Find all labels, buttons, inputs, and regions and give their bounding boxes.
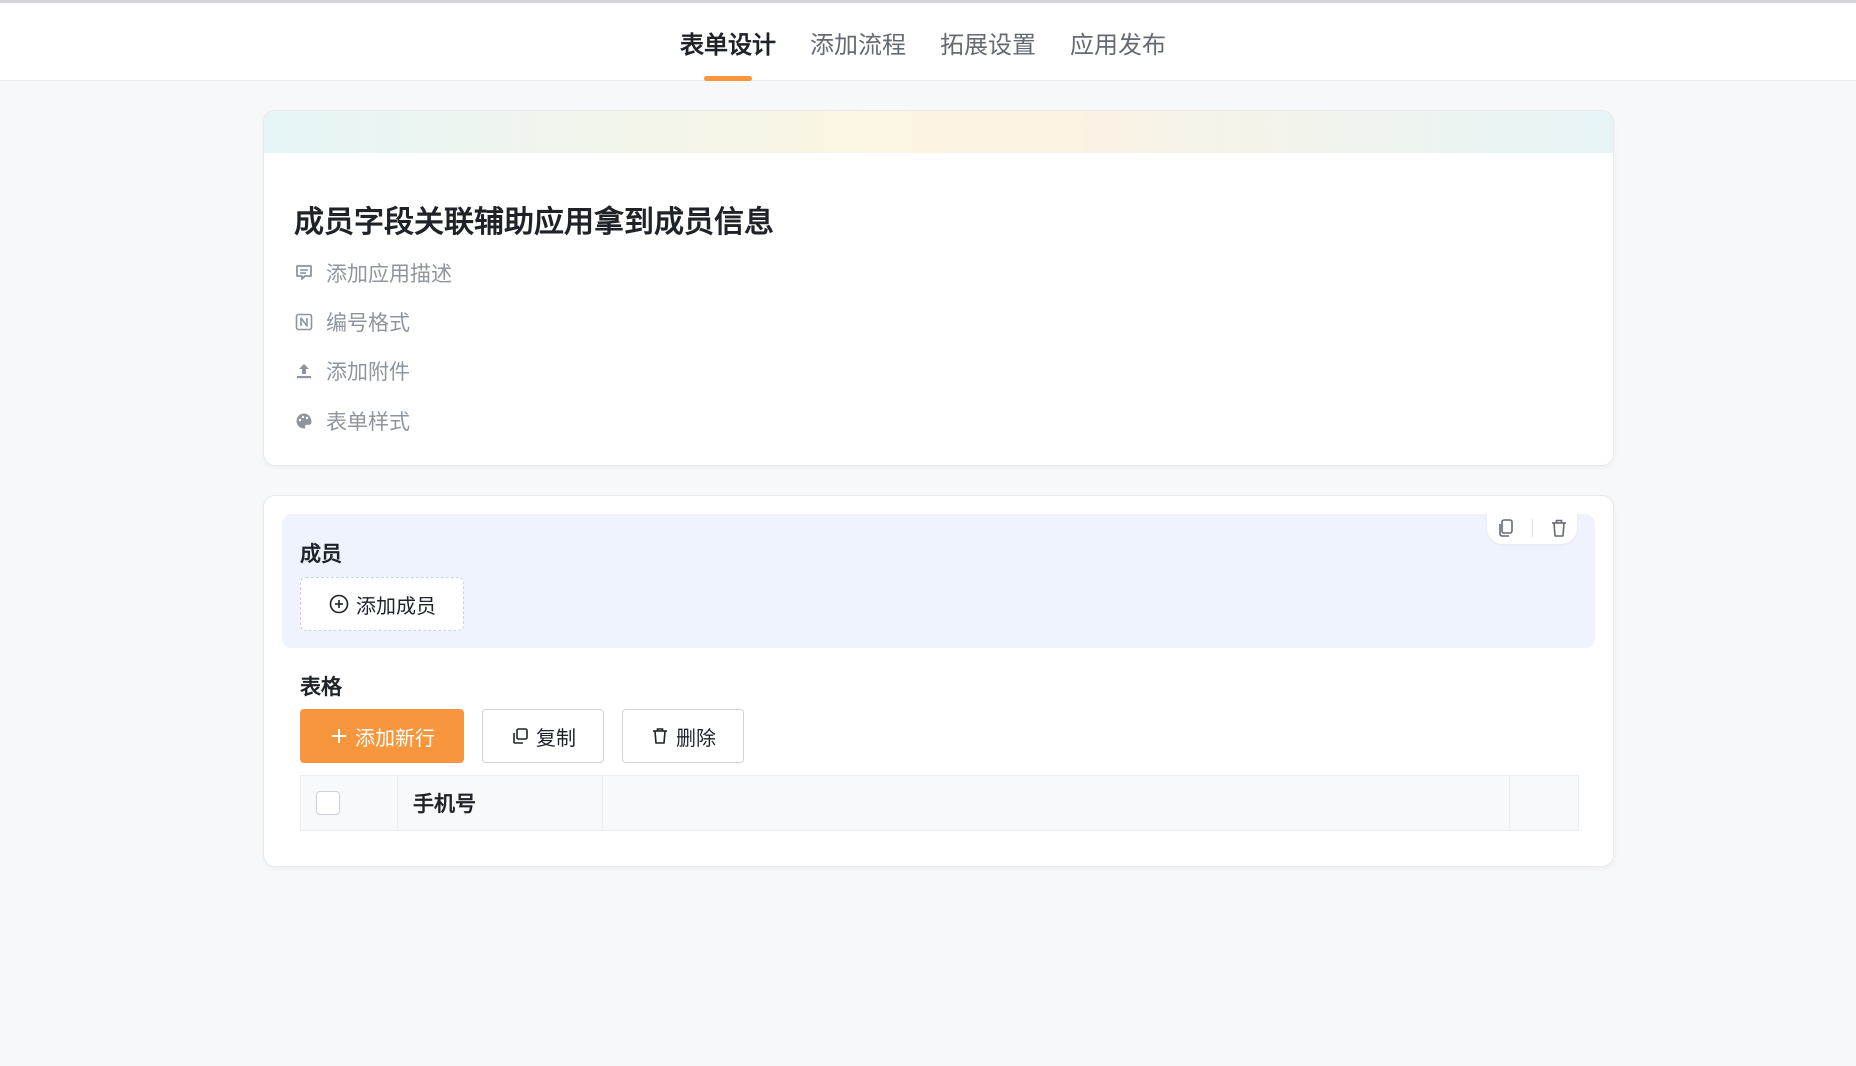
copy-icon bbox=[513, 728, 528, 744]
palette-icon bbox=[296, 413, 312, 429]
member-field[interactable]: 成员 添加成员 bbox=[282, 512, 1595, 648]
delete-row-label: 删除 bbox=[676, 725, 716, 750]
add-member-button[interactable]: 添加成员 bbox=[300, 577, 464, 631]
card-banner bbox=[264, 111, 1613, 153]
app-title[interactable]: 成员字段关联辅助应用拿到成员信息 bbox=[294, 197, 774, 241]
tab-add-process[interactable]: 添加流程 bbox=[810, 3, 906, 81]
form-style-option[interactable]: 表单样式 bbox=[294, 406, 410, 436]
top-nav: 表单设计 添加流程 拓展设置 应用发布 bbox=[0, 3, 1856, 81]
tab-extend-settings[interactable]: 拓展设置 bbox=[940, 3, 1036, 81]
column-header-actions bbox=[1510, 776, 1578, 830]
upload-icon bbox=[297, 364, 311, 379]
copy-icon[interactable] bbox=[1495, 517, 1517, 539]
add-attachment-option[interactable]: 添加附件 bbox=[294, 356, 410, 386]
tab-form-design[interactable]: 表单设计 bbox=[680, 3, 776, 81]
select-all-cell bbox=[301, 776, 398, 830]
member-field-label: 成员 bbox=[300, 542, 342, 566]
column-header-empty bbox=[603, 776, 1510, 830]
add-description-label: 添加应用描述 bbox=[326, 262, 452, 286]
form-fields-card: 成员 添加成员 表格 添加新行 复制 删除 手机号 bbox=[263, 495, 1614, 867]
tab-app-publish[interactable]: 应用发布 bbox=[1070, 3, 1166, 81]
add-attachment-label: 添加附件 bbox=[326, 360, 410, 384]
add-row-button[interactable]: 添加新行 bbox=[300, 709, 464, 763]
plus-circle-icon bbox=[329, 594, 349, 614]
number-format-option[interactable]: 编号格式 bbox=[294, 307, 410, 337]
plus-icon bbox=[332, 729, 346, 743]
select-all-checkbox[interactable] bbox=[316, 791, 340, 815]
step-tabs: 表单设计 添加流程 拓展设置 应用发布 bbox=[680, 3, 1200, 81]
app-info-card: 成员字段关联辅助应用拿到成员信息 添加应用描述 编号格式 添加附件 表单样式 bbox=[263, 110, 1614, 466]
trash-icon bbox=[653, 728, 667, 744]
number-format-label: 编号格式 bbox=[326, 311, 410, 335]
add-description-option[interactable]: 添加应用描述 bbox=[294, 258, 452, 288]
delete-row-button[interactable]: 删除 bbox=[622, 709, 744, 763]
toolbar-divider bbox=[1531, 519, 1533, 537]
copy-row-button[interactable]: 复制 bbox=[482, 709, 604, 763]
table-header: 手机号 bbox=[300, 775, 1579, 831]
add-row-label: 添加新行 bbox=[355, 725, 435, 750]
copy-row-label: 复制 bbox=[536, 725, 576, 750]
comment-icon bbox=[296, 265, 312, 280]
add-member-label: 添加成员 bbox=[356, 593, 436, 618]
column-header-phone[interactable]: 手机号 bbox=[398, 776, 603, 830]
field-toolbar bbox=[1487, 512, 1577, 544]
trash-icon[interactable] bbox=[1548, 517, 1570, 539]
form-style-label: 表单样式 bbox=[326, 410, 410, 434]
table-field-label: 表格 bbox=[300, 675, 342, 699]
number-format-icon bbox=[295, 313, 313, 331]
